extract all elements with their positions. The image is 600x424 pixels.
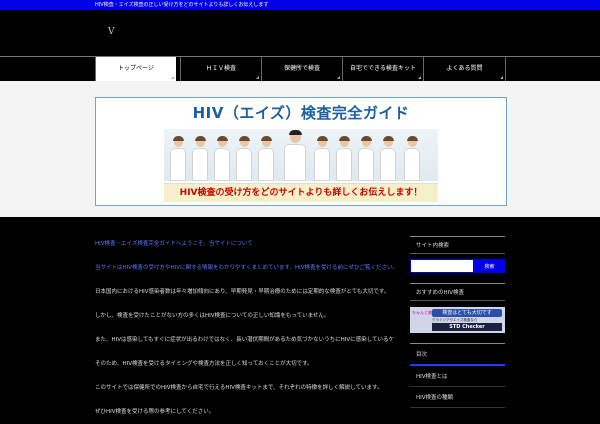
banner-subtitle: HIV検査の受け方をどのサイトよりも詳しくお伝えします！ [164,183,438,202]
doctor-figure [336,136,352,181]
body-paragraph: また、HIVは感染してもすぐに症状が出るわけではなく、長い潜伏期間があるため気づ… [95,337,395,343]
global-nav: トップページ ＨＩＶ検査 保健所で検査 自宅でできる検査キット よくある質問 [0,56,600,82]
top-announcement-bar: HIV検査・エイズ検査の正しい受け方をどのサイトよりも詳しくお伝えします [0,0,600,10]
doctor-figure [236,136,252,181]
body-paragraph: しかし、検査を受けたことがない方の多くはHIV検査についての正しい知識をもってい… [95,313,330,319]
nav-item-hiv-test[interactable]: ＨＩＶ検査 [180,57,261,81]
body-paragraph: ぜひHIV検査を受ける際の参考にしてください。 [95,409,215,415]
body-paragraph: 日本国内におけるHIV感染者数は年々増加傾向にあり、早期発見・早期治療のためには… [95,289,390,295]
site-logo[interactable]: V [108,27,115,37]
search-input[interactable] [410,259,474,273]
ad-brand: STD Checker [432,323,502,331]
corner-arrow-icon [171,76,174,79]
search-form: 検索 [410,259,505,273]
search-button[interactable]: 検索 [474,259,505,273]
top-announcement-text: HIV検査・エイズ検査の正しい受け方をどのサイトよりも詳しくお伝えします [95,2,269,8]
doctor-figure [404,136,420,181]
doctor-figure [170,136,186,181]
corner-arrow-icon [418,76,421,79]
doctor-figure [192,136,208,181]
search-heading: サイト内検索 [410,236,505,254]
nav-item-home-test-kit[interactable]: 自宅でできる検査キット [342,57,423,81]
intro-link[interactable]: HIV検査・エイズ検査完全ガイドへようこそ。当サイトについて [95,232,395,256]
banner-title: HIV（エイズ）検査完全ガイド [192,104,410,122]
std-checker-ad[interactable]: ちゃんと検査 検査はとても大切です クラミジアやエイズ検査なら STD Chec… [410,307,505,333]
nav-item-label: 自宅でできる検査キット [350,65,416,72]
corner-arrow-icon [500,76,503,79]
nav-item-label: よくある質問 [446,65,483,72]
doctor-figure [214,136,230,181]
nav-item-label: ＨＩＶ検査 [205,65,236,72]
ad-headline: 検査はとても大切です [432,309,502,317]
nav-item-faq[interactable]: よくある質問 [423,57,506,81]
doctor-figure [284,130,306,181]
nav-item-label: 保健所で検査 [283,65,320,72]
header-banner[interactable]: HIV（エイズ）検査完全ガイド HIV検査の受け方をどのサイトよりも詳しくお伝え… [95,97,507,206]
toc-item[interactable]: HIV検査とは [410,366,505,387]
toc-heading: 目次 [410,343,505,366]
sidebar: サイト内検索 検索 おすすめのHIV検査 ちゃんと検査 検査はとても大切です ク… [410,236,505,408]
doctor-figure [380,136,396,181]
nav-item-label: トップページ [118,65,154,72]
body-paragraph: そのため、HIV検査を受けるタイミングや検査方法を正しく知っておくことが大切です… [95,361,313,367]
intro-link[interactable]: 当サイトはHIV検査の受け方やHIVに関する情報をわかりやすくまとめています。H… [95,256,395,280]
body-paragraph: このサイトでは保健所でのHIV検査から自宅で行えるHIV検査キットまで、それぞれ… [95,385,383,391]
corner-arrow-icon [337,76,340,79]
nav-item-home[interactable]: トップページ [95,57,176,81]
doctors-image [164,129,438,181]
nav-item-health-center[interactable]: 保健所で検査 [261,57,342,81]
toc-item[interactable]: HIV検査の種類 [410,387,505,408]
doctor-figure [358,136,374,181]
ad-heading: おすすめのHIV検査 [410,283,505,301]
main-content: HIV検査・エイズ検査完全ガイドへようこそ。当サイトについて 当サイトはHIV検… [95,232,395,424]
doctor-figure [258,136,274,181]
doctor-figure [314,136,330,181]
corner-arrow-icon [256,76,259,79]
